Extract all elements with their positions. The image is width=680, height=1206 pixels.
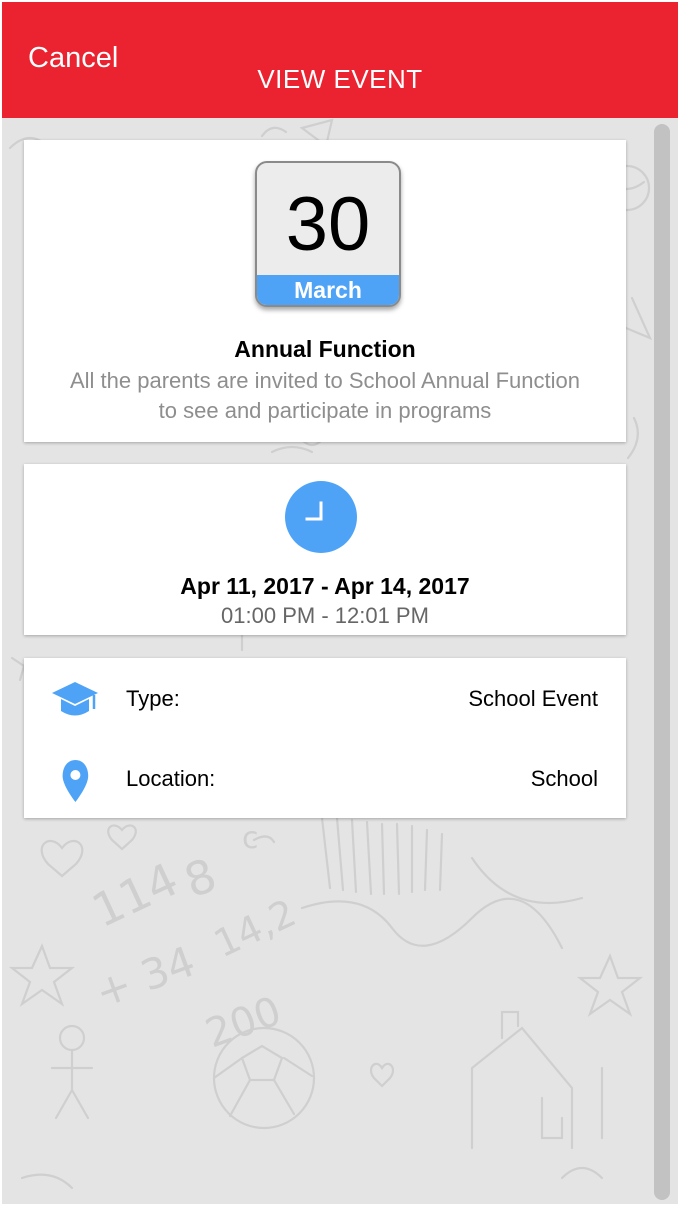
page-title: VIEW EVENT [257,64,423,94]
event-schedule-card: Apr 11, 2017 - Apr 14, 2017 01:00 PM - 1… [24,464,626,635]
event-screen: 114 8 c + 34 14,2 200 Cancel VIEW EVENT … [2,2,678,1204]
detail-row-type: Type: School Event [24,668,626,728]
event-day: 30 [285,182,371,267]
svg-text:c: c [242,821,259,856]
event-date-range: Apr 11, 2017 - Apr 14, 2017 [180,573,470,599]
svg-text:114: 114 [84,852,186,938]
event-summary-card: 30 March Annual Function All the parents… [24,140,626,442]
type-value: School Event [468,686,598,711]
event-month: March [257,275,399,305]
location-pin-icon [52,758,98,802]
graduation-cap-icon [52,678,98,722]
scrollbar[interactable] [654,124,670,1200]
location-label: Location: [126,766,216,791]
app-header: Cancel VIEW EVENT [2,2,678,118]
event-details-card: Type: School Event Location: School [24,658,626,818]
event-time-range: 01:00 PM - 12:01 PM [221,603,429,628]
event-title: Annual Function [234,336,416,362]
calendar-date-icon: 30 March [255,161,401,307]
detail-row-location: Location: School [24,748,626,808]
location-value: School [530,766,598,791]
type-label: Type: [126,686,180,711]
svg-text:+ 34: + 34 [89,936,202,1017]
clock-icon [285,481,357,553]
event-description: All the parents are invited to School An… [70,368,580,423]
svg-text:14,2: 14,2 [207,891,302,967]
svg-text:200: 200 [200,988,287,1057]
